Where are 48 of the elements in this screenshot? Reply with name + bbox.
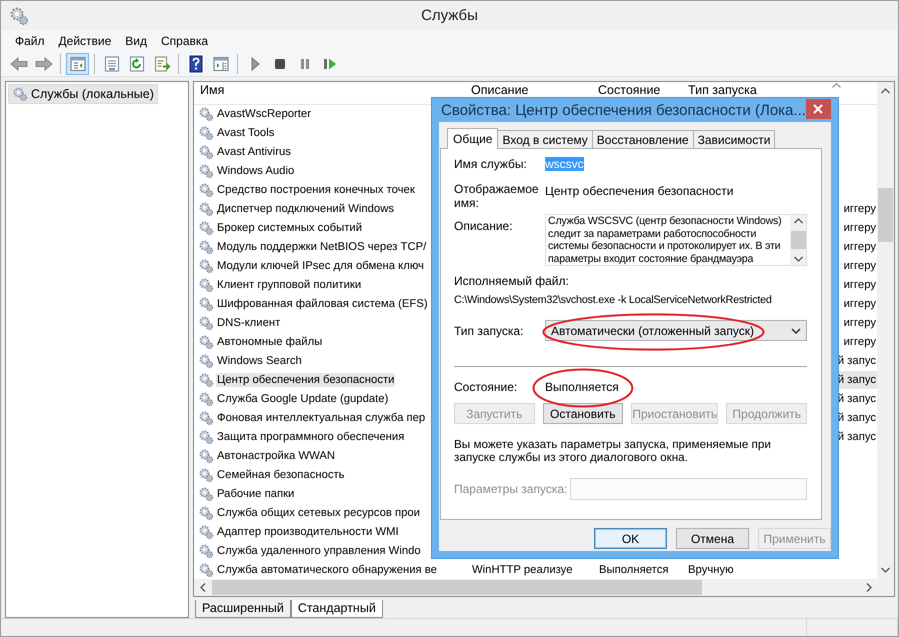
table-cell: WinHTTP реализуе (471, 562, 574, 577)
table-cell: Шифрованная файловая система (EFS) (216, 297, 429, 312)
table-cell: Средство построения конечных точек (216, 183, 416, 198)
field-label: Описание: (454, 218, 514, 233)
table-cell: Автономные файлы (216, 335, 324, 350)
table-cell: Диспетчер подключений Windows (216, 202, 396, 216)
table-cell: AvastWscReporter (216, 107, 312, 122)
executable-path: C:\Windows\System32\svchost.exe -k LocalServiceNetworkRestricted (454, 293, 773, 308)
table-cell: Центр обеспечения безопасности (216, 373, 396, 387)
table-cell: Фоновая интеллектуальная служба пер (216, 410, 426, 425)
table-cell: Защита программного обеспечения (216, 430, 406, 444)
status-value: Выполняется (545, 380, 619, 394)
field-label: Состояние: (454, 380, 518, 394)
display-name-value: Центр обеспечения безопасности (545, 183, 734, 198)
table-cell: Адаптер производительности WMI (216, 524, 400, 539)
table-cell: Вручную (687, 562, 735, 577)
table-cell: иггеру (842, 335, 877, 350)
table-cell: Выполняется (598, 562, 670, 577)
table-cell: Служба Google Update (gupdate) (216, 392, 390, 406)
table-cell: Windows Search (216, 354, 303, 368)
field-label: Имя службы: (454, 157, 528, 171)
table-cell: Служба общих сетевых ресурсов прои (216, 506, 421, 520)
window-title: Службы (420, 7, 479, 24)
table-cell: Avast Antivirus (216, 145, 292, 160)
table-cell: Клиент групповой политики (216, 278, 362, 292)
field-label: Параметры запуска: (454, 482, 568, 496)
table-cell: Семейная безопасность (216, 468, 346, 482)
table-cell: Модули ключей IPsec для обмена ключ (216, 259, 425, 274)
table-cell: DNS-клиент (216, 316, 282, 330)
dialog-title: Свойства: Центр обеспечения безопасности (Лока... (440, 102, 806, 118)
table-cell: Рабочие папки (216, 486, 296, 501)
hint-text: Вы можете указать параметры запуска, применяемые при запуске службы из этого диалогового окна. (454, 438, 772, 464)
table-cell: Windows Audio (216, 164, 296, 178)
table-cell: Модуль поддержки NetBIOS через TCP/ (216, 240, 428, 254)
table-cell: Avast Tools (216, 126, 276, 140)
table-cell: Служба автоматического обнаружения ве (216, 562, 438, 577)
table-cell: иггеру (842, 297, 877, 312)
table-cell: Брокер системных событий (216, 221, 364, 236)
field-label: Исполняемый файл: (454, 274, 570, 288)
table-cell: иггеру (842, 278, 877, 292)
table-cell: иггеру (842, 221, 877, 236)
table-cell: иггеру (842, 259, 877, 274)
table-cell: иггеру (842, 240, 877, 254)
table-cell: Служба удаленного управления Windo (216, 544, 422, 558)
field-label: Тип запуска: (454, 324, 524, 338)
table-cell: Автонастройка WWAN (216, 448, 336, 463)
table-cell: иггеру (842, 316, 877, 330)
table-cell: иггеру (842, 202, 877, 216)
